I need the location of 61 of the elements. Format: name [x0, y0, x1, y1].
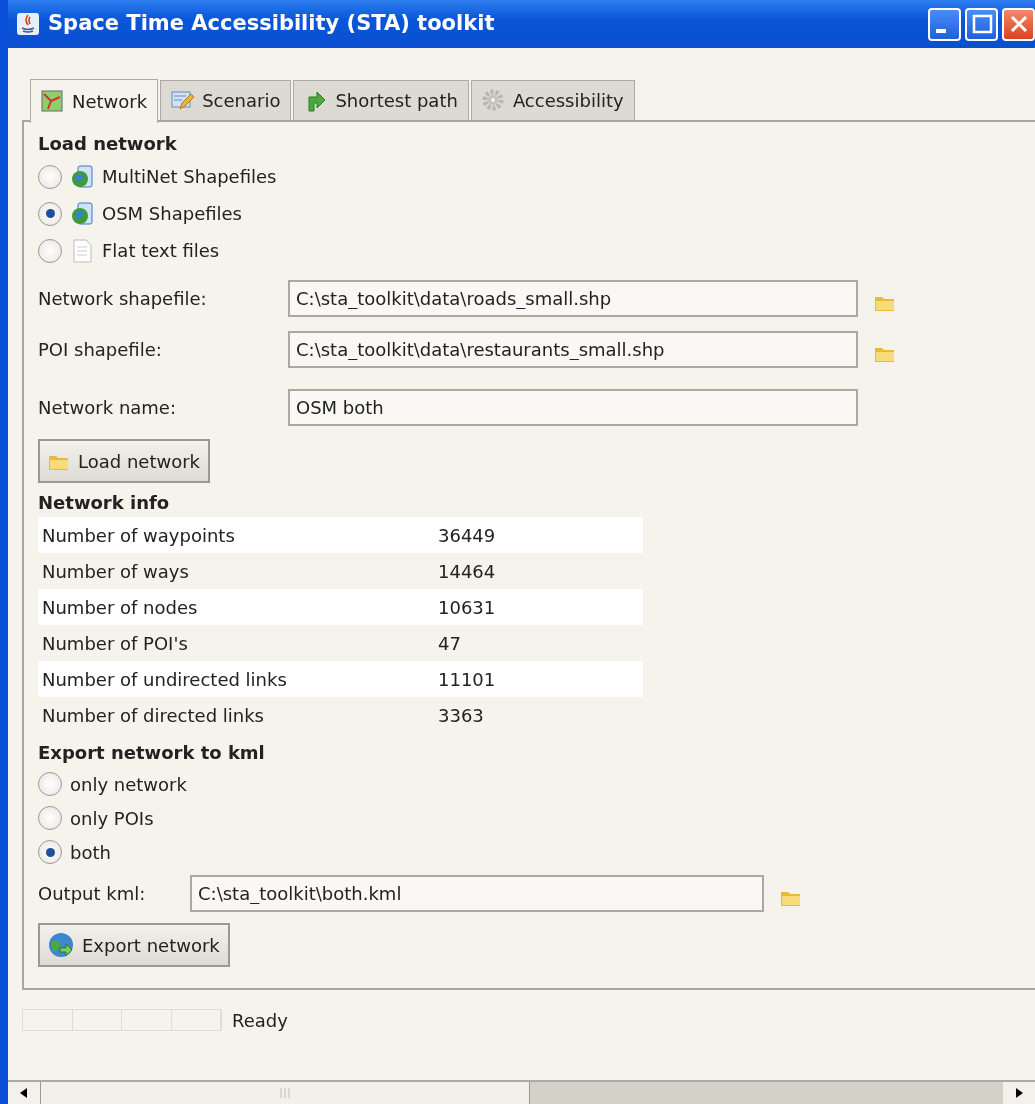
load-network-button[interactable]: Load network [38, 439, 210, 483]
option-label[interactable]: OSM Shapefiles [102, 200, 242, 227]
table-cell-text: Number of waypoints [41, 523, 236, 548]
table-cell-text: 3363 [438, 703, 484, 728]
radio-button[interactable] [38, 164, 62, 189]
close-button[interactable] [1002, 7, 1035, 41]
option-label[interactable]: both [70, 838, 111, 866]
radio-button[interactable] [38, 772, 62, 796]
window-title: Space Time Accessibility (STA) toolkit [48, 10, 495, 38]
field-label: POI shapefile: [38, 337, 163, 362]
status-text: Ready [232, 1008, 288, 1033]
left-arrow-icon [18, 1087, 30, 1099]
table-cell-text: Number of directed links [41, 703, 265, 728]
field-label: Network name: [38, 395, 177, 420]
scroll-thumb[interactable] [40, 1082, 530, 1104]
scrollbar[interactable] [8, 1080, 1035, 1104]
minimize-button[interactable] [928, 7, 961, 41]
tab[interactable]: Accessibility [470, 80, 635, 120]
table-cell-text: 11101 [438, 667, 496, 692]
table-cell-text: Number of nodes [41, 595, 199, 620]
table-cell-text: 14464 [438, 559, 496, 584]
option-label[interactable]: Flat text files [102, 237, 220, 264]
table-cell-text: Number of POI's [41, 631, 189, 656]
section-heading: Load network [38, 131, 178, 156]
table-cell-text: Number of undirected links [41, 667, 288, 692]
tab[interactable]: Scenario [160, 80, 292, 120]
input-field[interactable]: C:\sta_toolkit\both.kml [190, 874, 764, 912]
radio-button[interactable] [38, 238, 62, 263]
right-arrow-icon [1013, 1087, 1025, 1099]
radio-button[interactable] [38, 806, 62, 830]
minimize-icon [935, 29, 946, 33]
table-cell-text: 36449 [438, 523, 496, 548]
tab[interactable]: Network [30, 79, 159, 123]
section-heading: Network info [38, 490, 171, 515]
option-label[interactable]: MultiNet Shapefiles [102, 163, 277, 190]
edit-icon [171, 89, 195, 112]
option-label[interactable]: only network [70, 770, 187, 798]
input-field[interactable]: C:\sta_toolkit\data\restaurants_small.shp [288, 330, 858, 368]
tab[interactable]: Shortest path [293, 80, 469, 120]
gear-icon [481, 89, 505, 112]
scroll-left-button[interactable] [8, 1082, 40, 1104]
radio-button[interactable] [38, 201, 62, 226]
maximize-button[interactable] [965, 7, 998, 41]
input-field[interactable]: C:\sta_toolkit\data\roads_small.shp [288, 279, 858, 317]
table-cell-text: 10631 [438, 595, 496, 620]
table-cell-text: 47 [438, 631, 461, 656]
field-label: Output kml: [38, 881, 147, 906]
section-heading: Export network to kml [38, 740, 266, 765]
map-icon [41, 90, 64, 113]
export-network-button[interactable]: Export network [38, 923, 230, 967]
scroll-right-button[interactable] [1003, 1082, 1035, 1104]
radio-button[interactable] [38, 840, 62, 864]
table-cell-text: Number of ways [41, 559, 190, 584]
globe-icon [70, 201, 94, 226]
globe-icon [70, 164, 94, 189]
globe-icon [48, 932, 74, 958]
document-icon [70, 238, 94, 263]
option-label[interactable]: only POIs [70, 804, 154, 832]
java-icon [16, 12, 40, 36]
input-field[interactable]: OSM both [288, 388, 858, 426]
field-label: Network shapefile: [38, 286, 208, 311]
